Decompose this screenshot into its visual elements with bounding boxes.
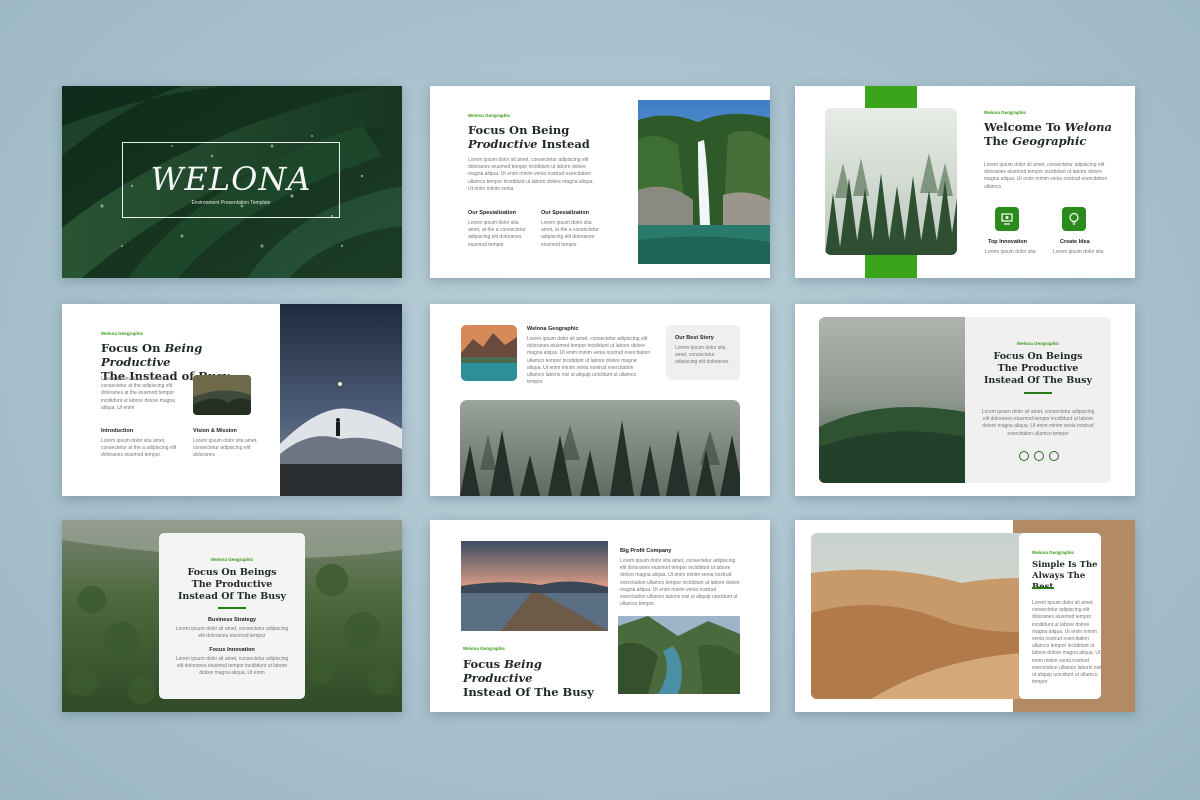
kicker: Welona Geographic xyxy=(1032,550,1075,555)
foggy-forest-photo xyxy=(460,400,740,496)
slide-body: Lorem ipsum dolor sit amet, consectetur … xyxy=(101,376,175,411)
brand-tagline: Environment Presentation Template xyxy=(191,200,271,206)
title-rule xyxy=(1032,587,1054,589)
f2-title: Create Idea xyxy=(1060,239,1090,245)
mountain-night-photo xyxy=(280,304,402,496)
facebook-icon[interactable] xyxy=(1019,451,1029,461)
accent-bar-top xyxy=(865,86,917,110)
col2-body: Lorem ipsum dolor sita amet, at the a co… xyxy=(541,220,599,248)
slide-title: Focus On Being Productive Instead xyxy=(468,123,608,151)
c1-body: Lorem ipsum dolor sita amet, consectetur… xyxy=(101,438,177,459)
c2-body: Lorem ipsum dolor sita amet, consectetur… xyxy=(193,438,258,459)
title-a: Welcome To xyxy=(984,120,1065,134)
story-title: Our Best Story xyxy=(675,335,714,341)
geo-title: Welona Geographic xyxy=(527,326,579,332)
misty-hillside-photo xyxy=(819,317,965,483)
slide-1-cover[interactable]: WELONA Environment Presentation Template xyxy=(62,86,402,278)
page: { "slide1": { "brand": "WELONA", "taglin… xyxy=(0,0,1200,800)
innovation-icon-box xyxy=(995,207,1019,231)
title-rule xyxy=(1024,392,1052,394)
brand-title: WELONA xyxy=(150,160,312,198)
title-a-italic: Welona xyxy=(1064,120,1112,134)
slide-body: Lorem ipsum dolor sit amet, consectetur … xyxy=(1032,600,1102,686)
title-a: Focus xyxy=(463,657,505,671)
story-body: Lorem ipsum dolor sita amet, consectetur… xyxy=(675,345,729,366)
f1-body: Lorem ipsum dolor sita xyxy=(985,249,1036,255)
slide-body: Lorem ipsum dolor sit amet, consectetur … xyxy=(981,409,1095,437)
waterfall-photo xyxy=(638,100,770,264)
slide-9-simple[interactable]: Welona Geographic Simple Is The Always T… xyxy=(795,520,1135,712)
c1-title: Introduction xyxy=(101,428,134,434)
s2-title: Focus Innovation xyxy=(209,647,255,653)
aurora-thumbnail xyxy=(193,375,251,415)
slide-title: Focus Being Productive Instead Of The Bu… xyxy=(463,657,613,699)
company-body: Lorem ipsum dolor sita amet, consectetur… xyxy=(620,558,740,608)
geo-body: Lorem ipsum dolor sit amet, consectetur … xyxy=(527,336,651,386)
misty-forest-photo xyxy=(825,108,957,255)
accent-bar-bottom xyxy=(865,254,917,278)
instagram-icon[interactable] xyxy=(1034,451,1044,461)
title-b: The xyxy=(984,134,1013,148)
lake-mountain-thumbnail xyxy=(461,325,517,381)
s1-body: Lorem ipsum dolor sit amet, consectetur … xyxy=(175,626,289,640)
title-italic: Productive xyxy=(468,137,538,151)
col2-title: Our Spesialization xyxy=(541,210,589,216)
idea-icon-box xyxy=(1062,207,1086,231)
pier-sunset-photo xyxy=(461,541,608,631)
s1-title: Business Strategy xyxy=(208,617,256,623)
slide-2-focus[interactable]: Welona Geographic Focus On Being Product… xyxy=(430,86,770,278)
slide-6-focus-beings[interactable]: Welona Geographic Focus On Beings The Pr… xyxy=(795,304,1135,496)
title-rule xyxy=(218,607,246,609)
twitter-icon[interactable] xyxy=(1049,451,1059,461)
title-a: Focus On xyxy=(101,341,165,355)
title-rest: Instead xyxy=(537,137,590,151)
kicker: Welona Geographic xyxy=(101,331,144,336)
innovation-icon xyxy=(1001,213,1013,225)
kicker: Welona Geographic xyxy=(463,646,506,651)
slide-title: Focus On Beings The Productive Instead O… xyxy=(177,567,287,602)
title-line-1: Focus On Being xyxy=(468,123,570,137)
kicker: Welona Geographic xyxy=(468,113,511,118)
lightbulb-icon xyxy=(1069,212,1079,225)
kicker: Welona Geographic xyxy=(210,557,254,562)
title-b: Instead Of The Busy xyxy=(463,685,594,699)
river-valley-photo xyxy=(618,616,740,694)
kicker: Welona Geographic xyxy=(1016,341,1060,346)
title-b-italic: Geographic xyxy=(1012,134,1087,148)
slide-3-welcome[interactable]: Welona Geographic Welcome To Welona The … xyxy=(795,86,1135,278)
col1-title: Our Spesialization xyxy=(468,210,516,216)
f2-body: Lorem ipsum dolor sita xyxy=(1053,249,1104,255)
slide-4-being-productive[interactable]: Welona Geographic Focus On Being Product… xyxy=(62,304,402,496)
slide-title: Welcome To Welona The Geographic xyxy=(984,120,1124,148)
slide-5-geographic[interactable]: Welona Geographic Lorem ipsum dolor sit … xyxy=(430,304,770,496)
slide-7-aerial-forest[interactable]: Welona Geographic Focus On Beings The Pr… xyxy=(62,520,402,712)
col1-body: Lorem ipsum dolor sita amet, at the a co… xyxy=(468,220,526,248)
slide-title: Focus On Beings The Productive Instead O… xyxy=(983,351,1093,386)
company-title: Big Profit Company xyxy=(620,548,672,554)
kicker: Welona Geographic xyxy=(984,110,1027,115)
slide-body: Lorem ipsum dolor sit amet, consectetur … xyxy=(984,162,1108,190)
s2-body: Lorem ipsum dolor sit amet, consectetur … xyxy=(175,656,289,677)
slide-body: Lorem ipsum dolor sit amet, consectetur … xyxy=(468,157,594,192)
c2-title: Vision & Mission xyxy=(193,428,237,434)
f1-title: Top Innovation xyxy=(988,239,1028,245)
slide-8-big-profit[interactable]: Big Profit Company Lorem ipsum dolor sit… xyxy=(430,520,770,712)
